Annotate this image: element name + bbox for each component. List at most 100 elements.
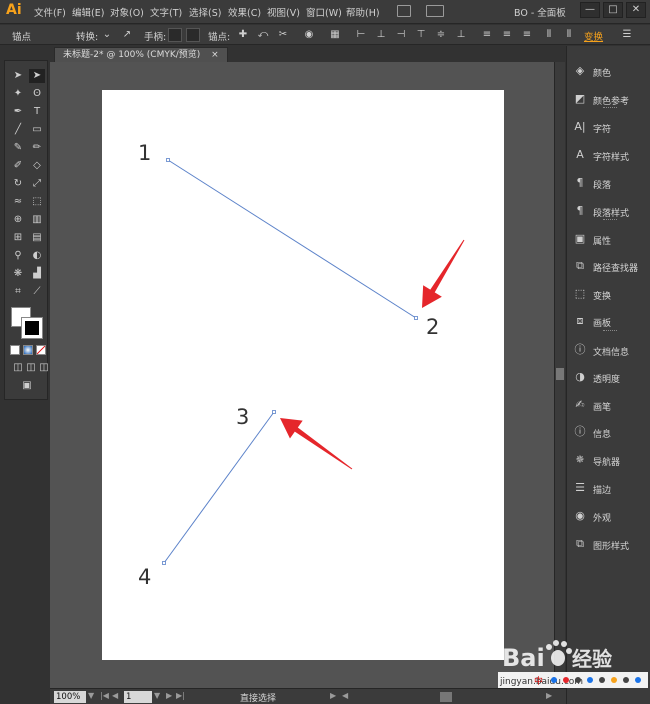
control-bar-menu-icon[interactable]: ☰ (620, 28, 634, 42)
menu-type[interactable]: 文字(T) (150, 5, 182, 19)
stroke-swatch[interactable] (21, 317, 43, 339)
zoom-dropdown-icon[interactable]: ▼ (88, 691, 94, 700)
free-transform-icon[interactable]: ⬚ (29, 195, 45, 209)
panel-navigator[interactable]: ✵ 导航器 (567, 447, 650, 474)
panel-stroke[interactable]: ☰ 描边 (567, 475, 650, 502)
last-artboard-icon[interactable]: ▶| (176, 691, 185, 700)
distribute-middle-icon[interactable]: ≡ (500, 28, 514, 42)
panel-graphic-styles[interactable]: ⧉ 图形样式 (567, 531, 650, 558)
first-artboard-icon[interactable]: |◀ (100, 691, 109, 700)
menu-file[interactable]: 文件(F) (34, 5, 66, 19)
menu-object[interactable]: 对象(O) (110, 5, 144, 19)
eraser-icon[interactable]: ◇ (29, 159, 45, 173)
transform-link[interactable]: 变换 (584, 29, 603, 43)
remove-anchor-icon[interactable]: ✚ (236, 28, 250, 42)
align-center-icon[interactable]: ⊥ (374, 28, 388, 42)
close-button[interactable]: ✕ (626, 2, 646, 18)
eyedropper-icon[interactable]: ⚲ (10, 249, 26, 263)
menu-select[interactable]: 选择(S) (189, 5, 221, 19)
panel-paragraph[interactable]: ¶ 段落 (567, 170, 650, 197)
connect-anchor-icon[interactable]: ⤺ (256, 28, 270, 42)
blob-brush-icon[interactable]: ✐ (10, 159, 26, 173)
pencil-icon[interactable]: ✏ (29, 141, 45, 155)
anchor-point[interactable] (414, 316, 418, 320)
graph-tool-icon[interactable]: ▟ (29, 267, 45, 281)
width-tool-icon[interactable]: ≈ (10, 195, 26, 209)
anchor-point[interactable] (166, 158, 170, 162)
panel-info[interactable]: ⓘ 信息 (567, 419, 650, 446)
pen-tool-icon[interactable]: ✒ (10, 105, 26, 119)
menu-view[interactable]: 视图(V) (267, 5, 300, 19)
align-bottom-icon[interactable]: ⊥ (454, 28, 468, 42)
shape-builder-icon[interactable]: ⊕ (10, 213, 26, 227)
isolate-icon[interactable]: ▦ (328, 28, 342, 42)
path-segment-2[interactable] (163, 411, 275, 564)
distribute-top-icon[interactable]: ≡ (480, 28, 494, 42)
arrange-documents-icon[interactable] (426, 5, 444, 17)
gradient-tool-icon[interactable]: ▤ (29, 231, 45, 245)
blend-tool-icon[interactable]: ◐ (29, 249, 45, 263)
convert-to-corner-icon[interactable]: ⌄ (100, 28, 114, 42)
type-tool-icon[interactable]: T (29, 105, 45, 119)
cut-path-icon[interactable]: ✂ (276, 28, 290, 42)
panel-brushes[interactable]: ✍ 画笔 (567, 392, 650, 419)
horizontal-scroll-thumb[interactable] (440, 692, 452, 702)
none-mode-icon[interactable] (36, 345, 46, 355)
panel-character-style[interactable]: A 字符样式 (567, 142, 650, 169)
paintbrush-icon[interactable]: ✎ (10, 141, 26, 155)
menu-help[interactable]: 帮助(H) (346, 5, 380, 19)
symbol-sprayer-icon[interactable]: ❋ (10, 267, 26, 281)
rectangle-tool-icon[interactable]: ▭ (29, 123, 45, 137)
panel-character[interactable]: A| 字符 (567, 114, 650, 141)
line-tool-icon[interactable]: ╱ (10, 123, 26, 137)
document-tab[interactable]: 未标题-2* @ 100% (CMYK/预览) × (54, 47, 228, 62)
direct-selection-tool-icon[interactable]: ➤ (29, 69, 45, 83)
gradient-mode-icon[interactable] (23, 345, 33, 355)
panel-pathfinder[interactable]: ⧉ 路径查找器 (567, 253, 650, 280)
artboard-tool-icon[interactable]: ⌗ (10, 285, 26, 299)
hide-handles-icon[interactable] (186, 28, 200, 42)
magic-wand-icon[interactable]: ✦ (10, 87, 26, 101)
prev-artboard-icon[interactable]: ◀ (112, 691, 118, 700)
align-left-icon[interactable]: ⊢ (354, 28, 368, 42)
canvas-area[interactable]: 1 2 3 4 (50, 62, 554, 688)
lasso-icon[interactable]: ʘ (29, 87, 45, 101)
panel-transparency[interactable]: ◑ 透明度 (567, 364, 650, 391)
artboard-dropdown-icon[interactable]: ▼ (154, 691, 160, 700)
anchor-point[interactable] (162, 561, 166, 565)
panel-attributes[interactable]: ▣ 属性 (567, 226, 650, 253)
menu-effect[interactable]: 效果(C) (228, 5, 261, 19)
rotate-tool-icon[interactable]: ↻ (10, 177, 26, 191)
bridge-icon[interactable] (397, 5, 411, 17)
perspective-grid-icon[interactable]: ▥ (29, 213, 45, 227)
panel-transform[interactable]: ⬚ 变换 (567, 281, 650, 308)
vertical-scroll-thumb[interactable] (556, 368, 564, 380)
maximize-button[interactable]: □ (603, 2, 623, 18)
distribute-bottom-icon[interactable]: ≡ (520, 28, 534, 42)
screen-mode-icon[interactable]: ▣ (19, 379, 35, 393)
zoom-field[interactable]: 100% (54, 691, 86, 703)
status-menu-icon[interactable]: ▶ (330, 691, 336, 700)
show-handles-icon[interactable] (168, 28, 182, 42)
slice-tool-icon[interactable]: ⟋ (29, 285, 45, 299)
mesh-tool-icon[interactable]: ⊞ (10, 231, 26, 245)
menu-window[interactable]: 窗口(W) (306, 5, 342, 19)
tab-close-icon[interactable]: × (211, 50, 219, 60)
vertical-scrollbar[interactable] (554, 62, 565, 688)
recolor-icon[interactable]: ◉ (302, 28, 316, 42)
align-middle-icon[interactable]: ≑ (434, 28, 448, 42)
color-mode-icon[interactable] (10, 345, 20, 355)
scroll-left-icon[interactable]: ◀ (342, 691, 348, 700)
artboard-number-field[interactable]: 1 (124, 691, 152, 703)
menu-edit[interactable]: 编辑(E) (72, 5, 104, 19)
distribute-h-icon[interactable]: ⫴ (542, 28, 556, 42)
next-artboard-icon[interactable]: ▶ (166, 691, 172, 700)
align-top-icon[interactable]: ⊤ (414, 28, 428, 42)
panel-appearance[interactable]: ◉ 外观 (567, 503, 650, 530)
scale-tool-icon[interactable]: ⤢ (29, 177, 45, 191)
minimize-button[interactable]: — (580, 2, 600, 18)
selection-tool-icon[interactable]: ➤ (10, 69, 26, 83)
convert-to-smooth-icon[interactable]: ↗ (120, 28, 134, 42)
anchor-point[interactable] (272, 410, 276, 414)
workspace-switcher[interactable]: BO - 全面板 (514, 5, 566, 19)
